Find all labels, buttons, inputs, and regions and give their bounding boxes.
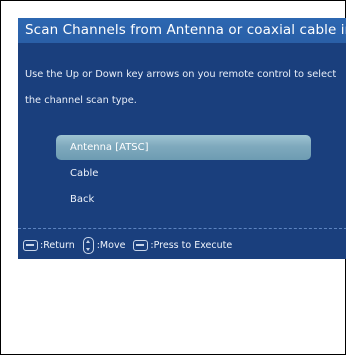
return-hint: :Return <box>40 239 75 251</box>
instruction-line-1: Use the Up or Down key arrows on you rem… <box>25 69 337 80</box>
menu-item-cable[interactable]: Cable <box>56 161 311 186</box>
instruction-line-2: the channel scan type. <box>25 95 137 106</box>
footer-divider <box>18 228 346 229</box>
title-bar: Scan Channels from Antenna or coaxial ca… <box>18 18 346 43</box>
key-help-footer: :Return :Move :Press to Execute <box>18 236 346 254</box>
scan-type-menu: Antenna [ATSC] Cable Back <box>56 135 311 213</box>
updown-key-icon <box>82 236 94 254</box>
screen-title: Scan Channels from Antenna or coaxial ca… <box>25 22 346 38</box>
move-hint: :Move <box>96 239 126 251</box>
tv-screen: Scan Channels from Antenna or coaxial ca… <box>18 18 346 259</box>
menu-item-back[interactable]: Back <box>56 187 311 212</box>
menu-key-icon <box>23 239 38 251</box>
execute-hint: :Press to Execute <box>150 239 233 251</box>
menu-item-antenna-atsc[interactable]: Antenna [ATSC] <box>56 135 311 160</box>
enter-key-icon <box>133 239 149 251</box>
instructions-text: Use the Up or Down key arrows on you rem… <box>25 62 346 114</box>
page-frame: Scan Channels from Antenna or coaxial ca… <box>0 0 346 355</box>
